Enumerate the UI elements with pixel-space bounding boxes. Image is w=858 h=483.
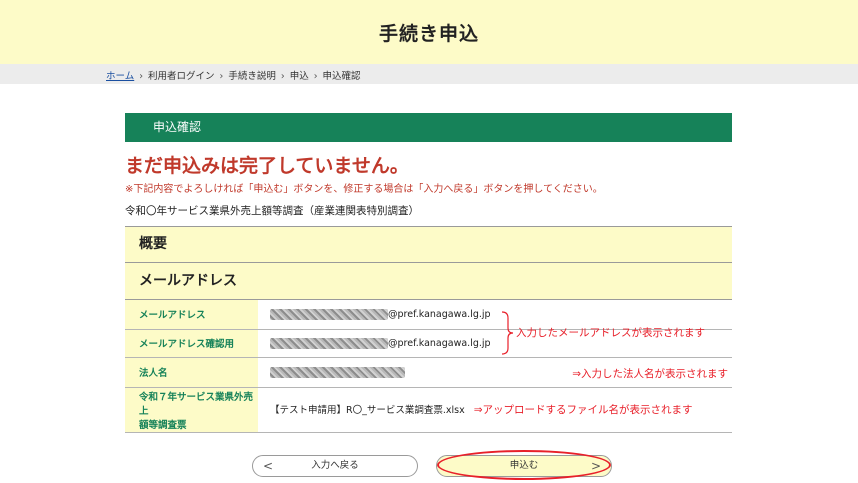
corp-name-value: ⇒入力した法人名が表示されます xyxy=(258,357,732,388)
corp-name-label: 法人名 xyxy=(125,357,258,388)
email-group-heading: メールアドレス xyxy=(125,263,732,300)
breadcrumb-item-confirm: 申込確認 xyxy=(322,71,361,82)
survey-file-label: 令和７年サービス業県外売上 額等調査票 xyxy=(125,387,258,433)
survey-file-label-line1: 令和７年サービス業県外売上 xyxy=(139,391,254,417)
breadcrumb-item-login: 利用者ログイン xyxy=(148,71,215,82)
redacted-text xyxy=(270,308,388,320)
overview-heading: 概要 xyxy=(125,227,732,263)
table-row: 令和７年サービス業県外売上 額等調査票 【テスト申請用】R〇_サービス業調査票.… xyxy=(125,387,732,433)
breadcrumb-separator: › xyxy=(219,71,224,82)
breadcrumb-item-apply: 申込 xyxy=(289,71,309,82)
chevron-right-icon: > xyxy=(590,459,601,473)
back-to-input-button[interactable]: < 入力へ戻る xyxy=(252,455,418,477)
email-bracket-icon xyxy=(501,311,514,355)
table-row: 法人名 ⇒入力した法人名が表示されます xyxy=(125,357,732,388)
breadcrumb-separator: › xyxy=(280,71,285,82)
survey-file-label-line2: 額等調査票 xyxy=(139,419,187,431)
breadcrumb-separator: › xyxy=(139,71,144,82)
breadcrumb-home-link[interactable]: ホーム xyxy=(106,71,134,82)
section-heading: 申込確認 xyxy=(125,113,732,142)
breadcrumb: ホーム › 利用者ログイン › 手続き説明 › 申込 › 申込確認 xyxy=(0,64,858,84)
survey-file-annotation: ⇒アップロードするファイル名が表示されます xyxy=(473,404,693,416)
confirm-panel: 申込確認 まだ申込みは完了していません。 ※下記内容でよろしければ「申込む」ボタ… xyxy=(125,113,732,433)
email-annotation: 入力したメールアドレスが表示されます xyxy=(516,327,705,339)
survey-file-name: 【テスト申請用】R〇_サービス業調査票.xlsx xyxy=(270,405,465,416)
submit-button[interactable]: 申込む > xyxy=(436,455,612,477)
survey-name: 令和〇年サービス業県外売上額等調査（産業連関表特別調査） xyxy=(125,205,419,217)
page-title: 手続き申込 xyxy=(378,22,479,45)
email-label: メールアドレス xyxy=(125,300,258,330)
redacted-text xyxy=(270,366,405,378)
corp-name-annotation: ⇒入力した法人名が表示されます xyxy=(572,367,728,380)
survey-file-value: 【テスト申請用】R〇_サービス業調査票.xlsx ⇒アップロードするファイル名が… xyxy=(258,387,732,433)
breadcrumb-item-description: 手続き説明 xyxy=(228,71,276,82)
breadcrumb-separator: › xyxy=(313,71,318,82)
email-confirm-label: メールアドレス確認用 xyxy=(125,329,258,358)
email-domain: @pref.kanagawa.lg.jp xyxy=(388,308,491,320)
submit-button-label: 申込む xyxy=(509,460,539,471)
warning-note: ※下記内容でよろしければ「申込む」ボタンを、修正する場合は「入力へ戻る」ボタンを… xyxy=(125,184,603,195)
chevron-left-icon: < xyxy=(263,459,274,473)
email-confirm-domain: @pref.kanagawa.lg.jp xyxy=(388,337,491,349)
redacted-text xyxy=(270,337,388,349)
back-button-label: 入力へ戻る xyxy=(311,460,359,471)
page-header: 手続き申込 xyxy=(0,0,858,64)
warning-title: まだ申込みは完了していません。 xyxy=(125,155,409,177)
fields-table: メールアドレス @pref.kanagawa.lg.jp メールアドレス確認用 … xyxy=(125,300,732,433)
